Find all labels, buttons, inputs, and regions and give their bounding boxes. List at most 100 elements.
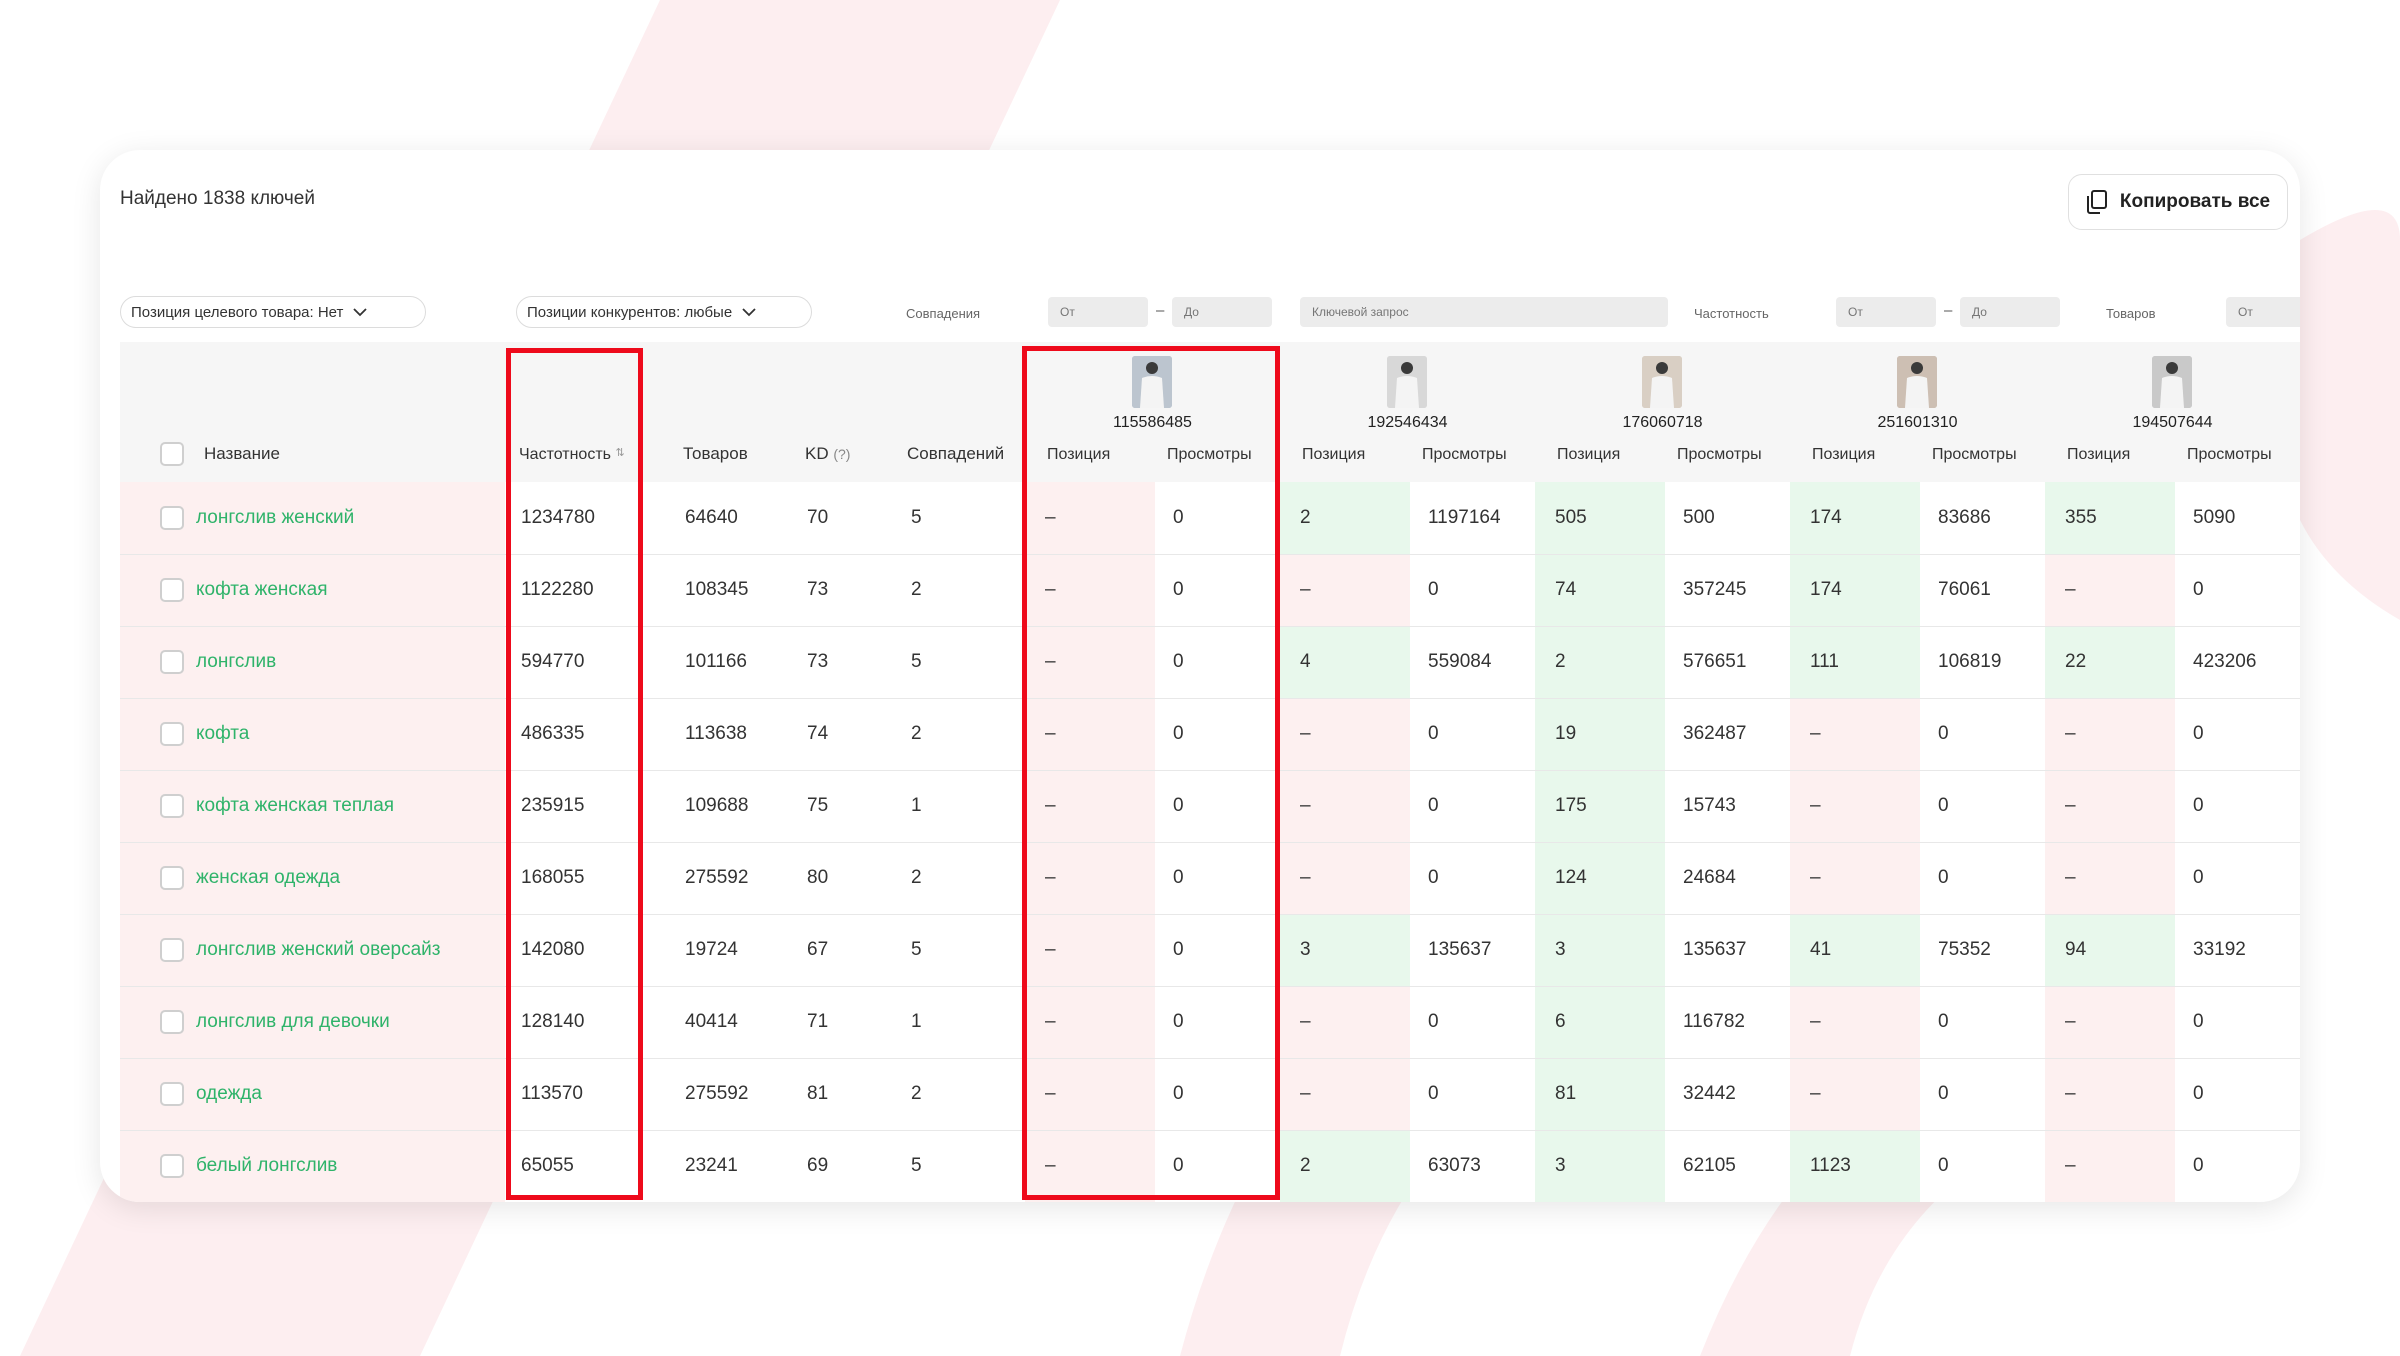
- cell-matches: 2: [911, 579, 922, 600]
- competitor-position-dropdown[interactable]: Позиции конкурентов: любые: [516, 296, 812, 328]
- cell-position: 175: [1535, 770, 1665, 842]
- sort-icon: ⇅: [615, 447, 625, 459]
- column-frequency-header[interactable]: Частотность ⇅: [519, 446, 625, 464]
- matches-to-input[interactable]: [1172, 297, 1272, 327]
- product-thumbnail[interactable]: [1132, 356, 1172, 408]
- table-row[interactable]: лонгслив женский 1234780 64640 70 5 –0 2 119716…: [120, 482, 2300, 554]
- row-checkbox[interactable]: [160, 505, 184, 530]
- cell-position: –: [1025, 914, 1155, 986]
- table-row[interactable]: одежда 113570 275592 81 2–0–0 81 32442–0–0: [120, 1058, 2300, 1130]
- product-thumbnail[interactable]: [1642, 356, 1682, 408]
- cell-views: 0: [2193, 795, 2204, 816]
- cell-views: 76061: [1938, 579, 1991, 600]
- row-checkbox[interactable]: [160, 1010, 184, 1034]
- cell-views: 559084: [1428, 651, 1492, 672]
- table-row[interactable]: кофта женская 1122280 108345 73 2–0–0 74 35724…: [120, 554, 2300, 626]
- cell-position: –: [1280, 698, 1410, 770]
- product-id[interactable]: 194507644: [2045, 414, 2300, 432]
- keyword-search-input[interactable]: [1300, 297, 1668, 327]
- table-row[interactable]: лонгслив женский оверсайз 142080 19724 67 5 –…: [120, 914, 2300, 986]
- cell-frequency: 594770: [521, 651, 585, 672]
- cell-views: 357245: [1683, 579, 1747, 600]
- keyword-link[interactable]: женская одежда: [196, 867, 340, 888]
- cell-position: –: [1280, 986, 1410, 1058]
- column-goods-header[interactable]: Товаров: [683, 444, 748, 464]
- select-all-checkbox[interactable]: [160, 442, 184, 466]
- cell-position: –: [2045, 986, 2175, 1058]
- table-row[interactable]: лонгслив 594770 101166 73 5 –0 4 559084 2 576651 1…: [120, 626, 2300, 698]
- chevron-down-icon: [742, 304, 756, 321]
- row-checkbox[interactable]: [160, 1082, 184, 1106]
- cell-views: 0: [1173, 795, 1184, 816]
- frequency-from-input[interactable]: [1836, 297, 1936, 327]
- column-position-header: Позиция: [1557, 446, 1621, 463]
- column-name-header[interactable]: Название: [204, 444, 280, 464]
- cell-views: 0: [1173, 506, 1184, 528]
- cell-views: 135637: [1683, 939, 1747, 960]
- cell-position: 174: [1790, 554, 1920, 626]
- help-icon[interactable]: (?): [833, 446, 850, 462]
- cell-position: 94: [2045, 914, 2175, 986]
- copy-icon: [2086, 190, 2108, 214]
- product-id[interactable]: 192546434: [1280, 414, 1535, 432]
- matches-filter-label: Совпадения: [906, 306, 981, 321]
- cell-position: 355: [2045, 482, 2175, 554]
- row-checkbox[interactable]: [160, 722, 184, 746]
- cell-goods: 108345: [685, 579, 749, 600]
- table-row[interactable]: лонгслив для девочки 128140 40414 71 1–0–0 6 1…: [120, 986, 2300, 1058]
- cell-views: 135637: [1428, 939, 1492, 960]
- cell-position: –: [1280, 1058, 1410, 1130]
- keyword-link[interactable]: лонгслив женский оверсайз: [196, 939, 441, 960]
- cell-position: –: [2045, 698, 2175, 770]
- keyword-link[interactable]: лонгслив: [196, 651, 276, 672]
- column-kd-header[interactable]: KD (?): [805, 444, 850, 464]
- keyword-link[interactable]: кофта: [196, 723, 249, 744]
- column-views-header: Просмотры: [1167, 446, 1252, 463]
- keyword-link[interactable]: кофта женская теплая: [196, 795, 394, 816]
- row-checkbox[interactable]: [160, 938, 184, 962]
- column-matches-header[interactable]: Совпадений: [907, 444, 1004, 464]
- row-checkbox[interactable]: [160, 650, 184, 674]
- column-position-header: Позиция: [2067, 446, 2131, 463]
- cell-views: 0: [1173, 1083, 1184, 1104]
- keyword-link[interactable]: лонгслив для девочки: [196, 1011, 390, 1032]
- row-checkbox[interactable]: [160, 578, 184, 602]
- product-id[interactable]: 115586485: [1025, 414, 1280, 432]
- row-checkbox[interactable]: [160, 866, 184, 890]
- table-row[interactable]: белый лонгслив 65055 23241 69 5–0 2 63073 3 6210…: [120, 1130, 2300, 1202]
- product-thumbnail[interactable]: [2152, 356, 2192, 408]
- cell-frequency: 235915: [521, 795, 585, 816]
- cell-matches: 2: [911, 723, 922, 744]
- row-checkbox[interactable]: [160, 794, 184, 818]
- cell-views: 116782: [1683, 1011, 1745, 1032]
- goods-from-input[interactable]: [2226, 297, 2300, 327]
- product-thumbnail[interactable]: [1387, 356, 1427, 408]
- matches-from-input[interactable]: [1048, 297, 1148, 327]
- product-thumbnail[interactable]: [1897, 356, 1937, 408]
- cell-kd: 67: [807, 939, 829, 960]
- cell-views: 0: [2193, 1083, 2204, 1104]
- product-id[interactable]: 251601310: [1790, 414, 2045, 432]
- cell-views: 0: [1428, 723, 1439, 744]
- keyword-link[interactable]: белый лонгслив: [196, 1155, 337, 1176]
- keywords-table: Название Частотность ⇅ Товаров KD (?) Со…: [120, 342, 2300, 1202]
- frequency-to-input[interactable]: [1960, 297, 2060, 327]
- cell-position: –: [2045, 1058, 2175, 1130]
- copy-all-button[interactable]: Копировать все: [2068, 174, 2288, 230]
- product-id[interactable]: 176060718: [1535, 414, 1790, 432]
- cell-views: 0: [1938, 723, 1949, 744]
- frequency-filter-label: Частотность: [1694, 306, 1769, 321]
- table-row[interactable]: кофта женская теплая 235915 109688 75 1–0–0 1…: [120, 770, 2300, 842]
- table-row[interactable]: женская одежда 168055 275592 80 2–0–0 124 2468…: [120, 842, 2300, 914]
- cell-position: –: [1280, 770, 1410, 842]
- target-position-dropdown[interactable]: Позиция целевого товара: Нет: [120, 296, 426, 328]
- cell-views: 0: [1173, 1011, 1184, 1032]
- keyword-link[interactable]: лонгслив женский: [196, 507, 354, 528]
- keyword-link[interactable]: кофта женская: [196, 579, 328, 600]
- row-checkbox[interactable]: [160, 1154, 184, 1178]
- keyword-link[interactable]: одежда: [196, 1083, 262, 1104]
- cell-views: 0: [1173, 1155, 1184, 1176]
- cell-position: –: [1790, 698, 1920, 770]
- cell-position: 2: [1535, 626, 1665, 698]
- table-row[interactable]: кофта 486335 113638 74 2–0–0 19 362487–0–0: [120, 698, 2300, 770]
